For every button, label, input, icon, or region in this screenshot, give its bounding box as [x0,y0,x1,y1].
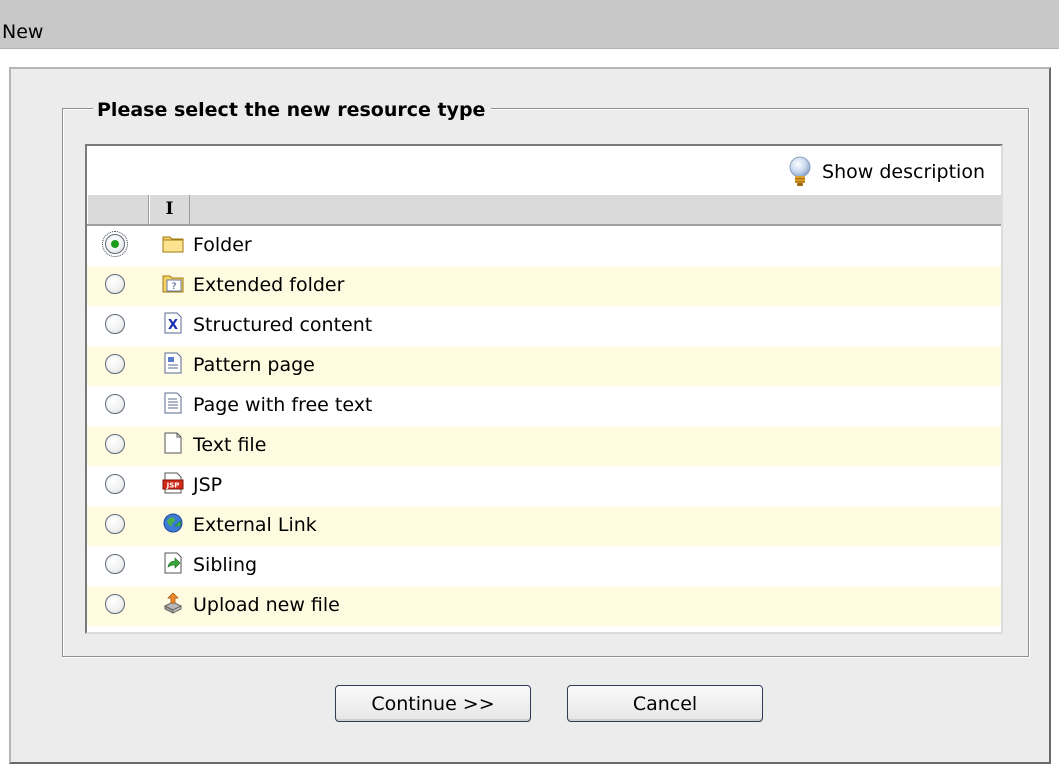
resource-type-label: Folder [193,234,252,256]
upload-icon [162,591,184,615]
resource-type-radio[interactable] [105,314,125,334]
resource-type-radio[interactable] [105,514,125,534]
list-item[interactable]: JSP JSP [87,466,1001,506]
resource-type-label: Structured content [193,314,373,336]
resource-type-label: Extended folder [193,274,345,296]
resource-type-radio[interactable] [105,354,125,374]
list-header: I [87,195,1001,226]
resource-type-radio[interactable] [105,434,125,454]
resource-type-radio[interactable] [105,274,125,294]
list-item[interactable]: Pattern page [87,346,1001,386]
show-description-button[interactable]: Show description [788,156,985,188]
pattern-page-icon [162,351,184,375]
resource-type-label: External Link [193,514,317,536]
jsp-icon: JSP [162,471,184,495]
external-link-icon [162,511,184,535]
free-text-page-icon [162,391,184,415]
continue-button[interactable]: Continue >> [335,685,531,722]
header-icon-col: I [149,195,190,224]
list-item[interactable]: Upload new file [87,586,1001,626]
list-item[interactable]: Folder [87,226,1001,266]
show-description-label: Show description [822,161,985,183]
resource-type-label: Page with free text [193,394,373,416]
resource-type-label: Upload new file [193,594,340,616]
resource-type-label: Pattern page [193,354,315,376]
resource-type-radio[interactable] [105,594,125,614]
sibling-icon [162,551,184,575]
resource-type-label: Sibling [193,554,258,576]
resource-type-radio[interactable] [105,554,125,574]
structured-content-icon: X [162,311,184,335]
list-item[interactable]: Page with free text [87,386,1001,426]
cancel-button[interactable]: Cancel [567,685,763,722]
text-file-icon [162,431,184,455]
svg-text:JSP: JSP [166,482,180,490]
svg-text:?: ? [172,282,177,292]
lightbulb-icon [789,156,811,186]
list-item[interactable]: Text file [87,426,1001,466]
resource-rows: Folder? Extended folder X Structured conten… [87,226,1001,626]
extended-folder-icon: ? [162,271,184,295]
resource-type-radio[interactable] [105,394,125,414]
folder-icon [162,231,184,255]
dialog-panel: Please select the new resource type Show… [9,67,1051,764]
resource-type-label: JSP [193,474,223,496]
list-toolbar: Show description [87,146,1001,195]
list-item[interactable]: ? Extended folder [87,266,1001,306]
resource-type-radio[interactable] [105,474,125,494]
window-title: New [2,21,44,43]
list-item[interactable]: Sibling [87,546,1001,586]
resource-type-label: Text file [193,434,267,456]
title-bar: New [0,0,1059,49]
list-item[interactable]: External Link [87,506,1001,546]
list-item[interactable]: X Structured content [87,306,1001,346]
resource-type-list: Show description I Folder? Extended folde… [85,144,1003,634]
resource-type-radio[interactable] [102,231,128,257]
fieldset-legend: Please select the new resource type [93,99,492,121]
header-select-col [87,195,149,224]
svg-text:X: X [168,318,178,333]
